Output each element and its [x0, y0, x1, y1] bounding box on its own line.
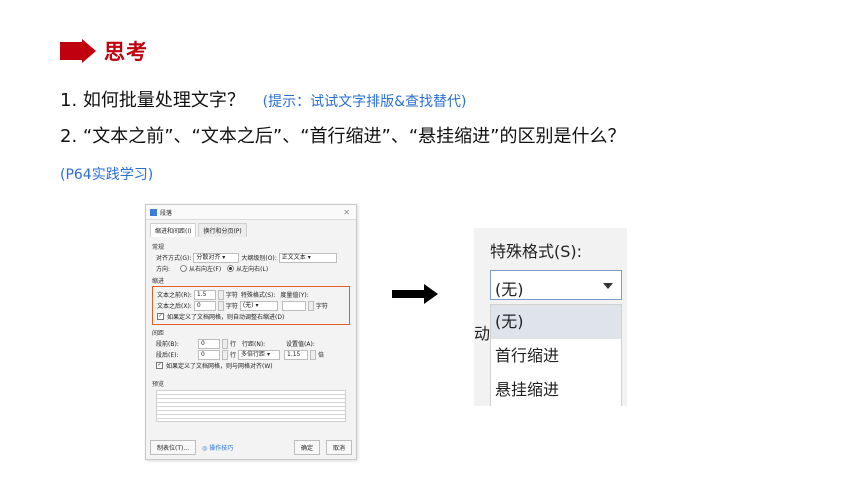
spacing-before-input[interactable]: 0	[198, 338, 220, 349]
reference-note: (P64实践学习)	[60, 167, 154, 183]
chevron-down-icon[interactable]	[603, 283, 613, 289]
dialog-footer: 制表位(T)... ◎ 操作技巧 确定 取消	[146, 440, 356, 455]
slide-background	[0, 0, 860, 484]
measure-label: 度量值(Y):	[280, 292, 309, 299]
grid-align-label: 如果定义了文档网格，则与网格对齐(W)	[166, 363, 273, 370]
option-none[interactable]: (无)	[491, 305, 621, 339]
direction-row: 方向: 从右向左(F) 从左向右(L)	[156, 263, 350, 274]
measure-spinner[interactable]	[307, 300, 314, 311]
set-value-unit: 倍	[318, 352, 325, 359]
dialog-body: 常规 对齐方式(G): 分散对齐 ▾ 大纲级别(O): 正文文本 ▾ 方向: 从…	[146, 237, 356, 427]
grid-align-row: ✓ 如果定义了文档网格，则与网格对齐(W)	[156, 360, 350, 371]
spacing-after-spinner[interactable]	[222, 349, 228, 360]
dialog-tabs: 缩进和间距(I) 换行和分页(P)	[146, 220, 356, 237]
indent-before-spinner[interactable]	[217, 289, 224, 300]
indent-after-unit[interactable]: 字符	[226, 301, 238, 310]
spacing-group-title: 间距	[152, 330, 165, 337]
direction-label: 方向:	[156, 266, 171, 273]
cancel-button[interactable]: 取消	[325, 440, 352, 455]
align-row: 对齐方式(G): 分散对齐 ▾ 大纲级别(O): 正文文本 ▾	[156, 252, 350, 263]
special-format-zoom: 特殊格式(S): (无) 动 (无) 首行缩进 悬挂缩进	[474, 228, 627, 406]
zoom-special-label: 特殊格式(S):	[490, 242, 583, 261]
question-1-text: 1. 如何批量处理文字？	[60, 90, 245, 111]
align-label: 对齐方式(G):	[156, 255, 192, 262]
rtl-radio[interactable]	[180, 265, 188, 272]
question-2: 2. “文本之前”、“文本之后”、“首行缩进”、“悬挂缩进”的区别是什么？	[60, 126, 626, 147]
preview-pane	[156, 390, 346, 422]
spacing-before-label: 段前(B):	[156, 341, 179, 348]
line-spacing-label: 行距(N):	[242, 341, 266, 348]
indent-before-unit[interactable]: 字符	[226, 290, 238, 299]
close-icon[interactable]: ✕	[343, 208, 350, 217]
dialog-titlebar: 段落 ✕	[146, 205, 356, 220]
spacing-before-unit[interactable]: 行	[230, 339, 236, 348]
ltr-label: 从左向右(L)	[236, 266, 269, 273]
indent-after-input[interactable]: 0	[193, 300, 216, 311]
ltr-radio[interactable]	[227, 265, 235, 272]
indent-after-label: 文本之后(X):	[157, 303, 192, 310]
zoom-behind-text: 动	[474, 324, 491, 343]
line-spacing-select[interactable]: 多倍行距 ▾	[238, 349, 281, 360]
auto-indent-row: ✓ 如果定义了文档网格，则自动调整右缩进(D)	[157, 311, 349, 322]
question-1-hint: (提示：试试文字排版&查找替代)	[262, 94, 467, 110]
auto-indent-label: 如果定义了文档网格，则自动调整右缩进(D)	[167, 314, 285, 321]
special-format-select[interactable]: (无) ▾	[239, 300, 278, 311]
indent-highlight-box: 文本之前(R): 1.5 字符 特殊格式(S): 度量值(Y): 文本之后(X)…	[152, 286, 350, 325]
spacing-after-row: 段后(E): 0 行 多倍行距 ▾ 1.15 倍	[156, 349, 350, 360]
ok-button[interactable]: 确定	[293, 440, 320, 455]
set-value-spinner[interactable]	[310, 349, 317, 360]
rtl-label: 从右向左(F)	[189, 266, 222, 273]
indent-before-row: 文本之前(R): 1.5 字符 特殊格式(S): 度量值(Y):	[157, 289, 349, 300]
zoom-special-select[interactable]: (无)	[490, 270, 622, 300]
indent-before-label: 文本之前(R):	[157, 292, 192, 299]
option-first-line-indent[interactable]: 首行缩进	[491, 339, 621, 373]
outline-select[interactable]: 正文文本 ▾	[278, 252, 337, 263]
app-icon	[150, 208, 157, 216]
dialog-title: 段落	[160, 209, 173, 217]
special-label: 特殊格式(S):	[240, 292, 276, 299]
measure-unit[interactable]: 字符	[316, 301, 328, 310]
zoom-options-list: (无) 首行缩进 悬挂缩进	[490, 304, 622, 406]
outline-label: 大纲级别(O):	[241, 255, 277, 262]
right-arrow-icon	[392, 284, 438, 304]
tips-link[interactable]: ◎ 操作技巧	[202, 443, 233, 452]
measure-input[interactable]	[281, 300, 306, 311]
spacing-before-spinner[interactable]	[222, 338, 228, 349]
zoom-selected-value: (无)	[495, 280, 524, 299]
spacing-after-input[interactable]: 0	[198, 349, 220, 360]
general-group-title: 常规	[152, 244, 165, 251]
option-hanging-indent[interactable]: 悬挂缩进	[491, 373, 621, 406]
indent-after-spinner[interactable]	[217, 300, 224, 311]
preview-group-title: 预览	[152, 381, 165, 388]
spacing-before-row: 段前(B): 0 行 行距(N): 设置值(A):	[156, 338, 350, 349]
tab-line-page-breaks[interactable]: 换行和分页(P)	[198, 223, 247, 237]
auto-indent-checkbox[interactable]: ✓	[157, 313, 164, 320]
paragraph-dialog: 段落 ✕ 缩进和间距(I) 换行和分页(P) 常规 对齐方式(G): 分散对齐 …	[145, 204, 357, 460]
question-1: 1. 如何批量处理文字？ (提示：试试文字排版&查找替代)	[60, 86, 466, 112]
indent-before-input[interactable]: 1.5	[193, 289, 216, 300]
spacing-after-label: 段后(E):	[156, 352, 179, 359]
tab-indent-spacing[interactable]: 缩进和间距(I)	[150, 223, 197, 237]
indent-after-row: 文本之后(X): 0 字符 (无) ▾ 字符	[157, 300, 349, 311]
heading-title: 思考	[104, 40, 148, 64]
grid-align-checkbox[interactable]: ✓	[156, 362, 163, 369]
spacing-after-unit[interactable]: 行	[230, 350, 236, 359]
indent-group-title: 缩进	[152, 278, 165, 285]
set-value-input[interactable]: 1.15	[284, 349, 309, 360]
set-value-label: 设置值(A):	[286, 341, 315, 348]
tabstops-button[interactable]: 制表位(T)...	[150, 440, 197, 455]
align-select[interactable]: 分散对齐 ▾	[193, 252, 240, 263]
section-heading: 思考	[60, 36, 148, 66]
